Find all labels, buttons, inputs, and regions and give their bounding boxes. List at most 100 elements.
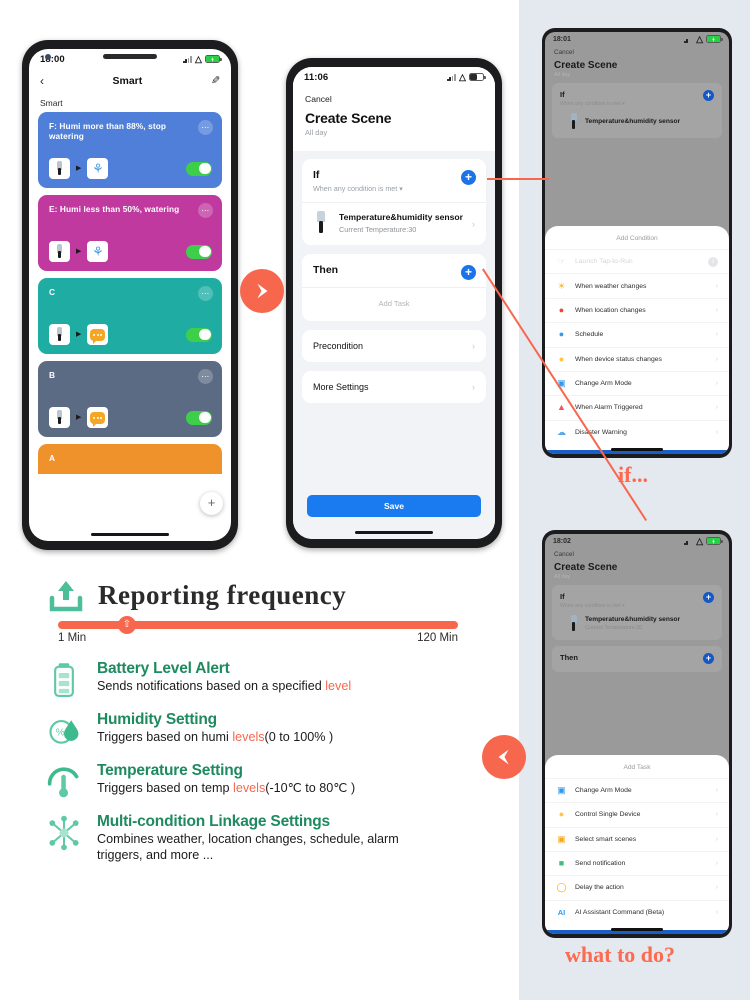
if-label: If bbox=[560, 592, 565, 601]
sheet-item-when-device-status-changes[interactable]: ● When device status changes › bbox=[545, 346, 729, 371]
create-scene-body: 11:06 △ Cancel Create Scene All day If W… bbox=[293, 67, 495, 539]
add-condition-button[interactable]: + bbox=[703, 592, 714, 603]
add-scene-button[interactable]: + bbox=[200, 492, 223, 515]
scene-card[interactable]: E: Humi less than 50%, watering ⋯ ▶ ⚘ bbox=[38, 195, 222, 271]
back-icon[interactable]: ‹ bbox=[40, 75, 44, 87]
phone-smart-list: 18:00 △ ‹ Smart ✎ Smart F: Humi more tha… bbox=[22, 40, 238, 550]
condition-row[interactable]: Temperature&humidity sensor Current Temp… bbox=[302, 202, 486, 245]
slider-labels: 1 Min 120 Min bbox=[58, 632, 458, 644]
then-card: Then + Add Task bbox=[302, 254, 486, 321]
battery-level-icon bbox=[44, 660, 84, 700]
add-condition-button[interactable]: + bbox=[461, 170, 476, 185]
cancel-button[interactable]: Cancel bbox=[293, 87, 495, 104]
status-indicators: △ bbox=[684, 536, 723, 546]
notification-icon bbox=[87, 324, 109, 345]
scene-toggle[interactable] bbox=[186, 327, 212, 342]
sheet-item-label: When Alarm Triggered bbox=[575, 404, 643, 412]
sheet-item-select-smart-scenes[interactable]: ▣ Select smart scenes › bbox=[545, 826, 729, 851]
arrow-right-icon: ▶ bbox=[76, 248, 82, 255]
scene-card[interactable]: B ⋯ ▶ bbox=[38, 361, 222, 437]
add-task-button[interactable]: + bbox=[461, 265, 476, 280]
phone-create-scene: 11:06 △ Cancel Create Scene All day If W… bbox=[286, 58, 502, 548]
precondition-row[interactable]: Precondition › bbox=[302, 330, 486, 362]
chevron-right-icon: › bbox=[715, 380, 718, 388]
if-hint[interactable]: When any condition is met ▾ bbox=[313, 184, 475, 193]
signal-icon bbox=[684, 35, 693, 43]
cloud-warning-icon: ☁ bbox=[557, 426, 566, 437]
chevron-right-icon: › bbox=[715, 811, 718, 819]
if-label: If bbox=[313, 169, 320, 181]
sheet-item-label: Control Single Device bbox=[575, 811, 641, 819]
save-button[interactable]: Save bbox=[307, 495, 481, 517]
condition-detail: Current Temperature:30 bbox=[585, 624, 643, 631]
status-indicators: △ bbox=[684, 33, 723, 44]
scene-card[interactable]: F: Humi more than 88%, stop watering ⋯ ▶… bbox=[38, 112, 222, 188]
battery-charging-green-icon bbox=[706, 35, 723, 43]
sheet-item-label: Select smart scenes bbox=[575, 835, 637, 843]
temp-humidity-sensor-icon bbox=[49, 158, 70, 179]
chevron-right-icon: › bbox=[472, 382, 475, 392]
feature-text: Humidity Setting Triggers based on humi … bbox=[97, 711, 333, 746]
sheet-item-launch-tap-to-run[interactable]: ☞ Launch Tap-to-Run i bbox=[545, 249, 729, 273]
more-dots-icon[interactable]: ⋯ bbox=[198, 120, 213, 135]
scene-toggle[interactable] bbox=[186, 410, 212, 425]
status-bar: 18:02 △ bbox=[545, 534, 729, 548]
chevron-right-icon: › bbox=[715, 282, 718, 290]
sheet-item-delay-the-action[interactable]: ◯ Delay the action › bbox=[545, 875, 729, 899]
feature-title: Temperature Setting bbox=[97, 762, 243, 779]
more-settings-row[interactable]: More Settings › bbox=[302, 371, 486, 403]
phone-screen-create-scene: 11:06 △ Cancel Create Scene All day If W… bbox=[293, 67, 495, 539]
add-task-button[interactable]: + bbox=[703, 653, 714, 664]
section-label: Smart bbox=[40, 98, 63, 108]
feature-item-multi-condition-linkage: Multi-condition Linkage Settings Combine… bbox=[44, 813, 519, 863]
chevron-right-icon: › bbox=[715, 835, 718, 843]
scene-card[interactable]: C ⋯ ▶ bbox=[38, 278, 222, 354]
upload-icon bbox=[48, 578, 84, 612]
sheet-item-change-arm-mode[interactable]: ▣ Change Arm Mode › bbox=[545, 370, 729, 395]
feature-desc: Triggers based on temp levels(-10℃ to 80… bbox=[97, 781, 356, 795]
more-dots-icon[interactable]: ⋯ bbox=[198, 203, 213, 218]
signal-icon bbox=[684, 537, 693, 545]
scene-check-icon: ▣ bbox=[557, 833, 566, 844]
sheet-item-change-arm-mode[interactable]: ▣ Change Arm Mode › bbox=[545, 777, 729, 802]
water-valve-icon: ⚘ bbox=[87, 158, 109, 179]
cancel-button[interactable]: Cancel bbox=[545, 46, 729, 56]
sheet-item-label: AI Assistant Command (Beta) bbox=[575, 908, 665, 916]
reporting-frequency-slider[interactable]: ⇧ 1 Min 120 Min bbox=[58, 616, 458, 644]
wifi-icon: △ bbox=[696, 33, 703, 44]
scene-toggle[interactable] bbox=[186, 161, 212, 176]
wifi-icon: △ bbox=[194, 53, 202, 64]
sheet-item-control-single-device[interactable]: ● Control Single Device › bbox=[545, 802, 729, 826]
if-section: If When any condition is met ▾ + bbox=[302, 159, 486, 202]
add-task-placeholder[interactable]: Add Task bbox=[302, 287, 486, 321]
feature-desc: Triggers based on humi levels(0 to 100% … bbox=[97, 730, 334, 744]
sheet-item-label: Disaster Warning bbox=[575, 428, 627, 436]
more-dots-icon[interactable]: ⋯ bbox=[198, 286, 213, 301]
slider-knob[interactable]: ⇧ bbox=[118, 616, 136, 634]
phone-add-task: 18:02 △ Cancel Create Scene All day If W… bbox=[542, 530, 732, 938]
poster-root: 18:00 △ ‹ Smart ✎ Smart F: Humi more tha… bbox=[0, 0, 750, 1000]
pencil-icon[interactable]: ✎ bbox=[211, 75, 220, 87]
page-subtitle: All day bbox=[305, 128, 328, 137]
sheet-item-disaster-warning[interactable]: ☁ Disaster Warning › bbox=[545, 419, 729, 444]
status-time: 18:01 bbox=[553, 35, 571, 43]
sheet-item-send-notification[interactable]: ■ Send notification › bbox=[545, 850, 729, 875]
scene-card[interactable]: A bbox=[38, 444, 222, 474]
sheet-item-when-weather-changes[interactable]: ☀ When weather changes › bbox=[545, 273, 729, 297]
scene-toggle[interactable] bbox=[186, 244, 212, 259]
add-task-sheet: Add Task ▣ Change Arm Mode › ● Control S… bbox=[545, 754, 729, 934]
feature-title: Battery Level Alert bbox=[97, 660, 230, 677]
cancel-button[interactable]: Cancel bbox=[545, 548, 729, 558]
feature-title: Multi-condition Linkage Settings bbox=[97, 813, 330, 830]
sheet-item-label: Launch Tap-to-Run bbox=[575, 258, 633, 266]
then-card: Then + bbox=[552, 646, 722, 672]
sheet-item-when-location-changes[interactable]: ● When location changes › bbox=[545, 297, 729, 322]
feature-desc: Combines weather, location changes, sche… bbox=[97, 832, 399, 862]
phone-screen-add-condition: 18:01 △ Cancel Create Scene All day If W… bbox=[545, 32, 729, 454]
location-pin-icon: ● bbox=[558, 304, 565, 315]
sheet-item-ai-assistant-command[interactable]: AI AI Assistant Command (Beta) › bbox=[545, 899, 729, 924]
page-title: Create Scene bbox=[305, 110, 392, 126]
more-dots-icon[interactable]: ⋯ bbox=[198, 369, 213, 384]
add-condition-button[interactable]: + bbox=[703, 90, 714, 101]
sheet-item-schedule[interactable]: ● Schedule › bbox=[545, 322, 729, 346]
